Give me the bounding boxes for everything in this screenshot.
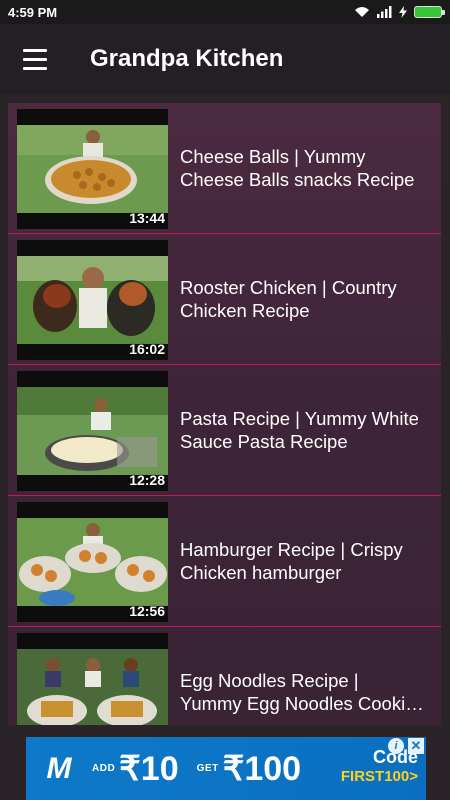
banner-ad[interactable]: M ADD ₹10 GET ₹100 Code FIRST100> i ✕ [26,737,426,800]
video-thumbnail[interactable]: 12:56 [17,502,168,622]
status-time: 4:59 PM [8,4,58,20]
hamburger-menu-icon [23,46,47,73]
status-bar: 4:59 PM [0,0,450,24]
video-duration: 12:56 [129,603,165,619]
app-bar: Grandpa Kitchen [0,24,450,94]
hamburger-thumbnail-image [17,518,168,606]
video-duration: 16:02 [129,341,165,357]
video-item[interactable]: 12:56 Hamburger Recipe | Crispy Chicken … [8,496,441,627]
rooster-chicken-thumbnail-image [17,256,168,344]
pasta-thumbnail-image [17,387,168,475]
status-icons [354,6,445,18]
charging-icon [399,6,407,18]
video-duration: 13:44 [129,210,165,226]
cheese-balls-thumbnail-image [17,125,168,213]
video-thumbnail[interactable]: 13:44 [17,109,168,229]
video-title[interactable]: Pasta Recipe | Yummy White Sauce Pasta R… [180,407,435,453]
battery-icon [414,6,445,18]
video-item[interactable]: 13:44 Cheese Balls | Yummy Cheese Balls … [8,103,441,234]
wifi-icon [355,7,369,17]
ad-offer-2: GET ₹100 [193,751,301,787]
video-list[interactable]: 13:44 Cheese Balls | Yummy Cheese Balls … [8,103,441,725]
video-duration: 12:28 [129,472,165,488]
video-thumbnail[interactable] [17,633,168,725]
video-item[interactable]: 12:28 Pasta Recipe | Yummy White Sauce P… [8,365,441,496]
ad-offer-2-label: GET [196,763,219,774]
video-title[interactable]: Hamburger Recipe | Crispy Chicken hambur… [180,538,435,584]
ad-offer-1: ADD ₹10 [88,751,179,787]
video-thumbnail[interactable]: 16:02 [17,240,168,360]
ad-offer-1-label: ADD [92,763,116,774]
app-title: Grandpa Kitchen [90,45,284,72]
video-title[interactable]: Cheese Balls | Yummy Cheese Balls snacks… [180,145,435,191]
close-icon[interactable]: ✕ [408,738,424,754]
ad-code-value: FIRST100> [340,768,418,785]
video-title[interactable]: Egg Noodles Recipe | Yummy Egg Noodles C… [180,669,435,715]
ad-offer-1-value: ₹10 [119,749,179,788]
signal-icon [377,6,392,18]
video-item[interactable]: Egg Noodles Recipe | Yummy Egg Noodles C… [8,627,441,725]
ad-offer-2-value: ₹100 [222,749,302,788]
video-item[interactable]: 16:02 Rooster Chicken | Country Chicken … [8,234,441,365]
ad-code-label: Code [373,747,418,767]
info-icon[interactable]: i [388,738,404,754]
menu-button[interactable] [0,24,70,94]
video-thumbnail[interactable]: 12:28 [17,371,168,491]
video-title[interactable]: Rooster Chicken | Country Chicken Recipe [180,276,435,322]
ad-promo-code: Code FIRST100> [341,747,418,785]
mobikwik-logo: M [46,751,72,785]
egg-noodles-thumbnail-image [17,649,168,725]
